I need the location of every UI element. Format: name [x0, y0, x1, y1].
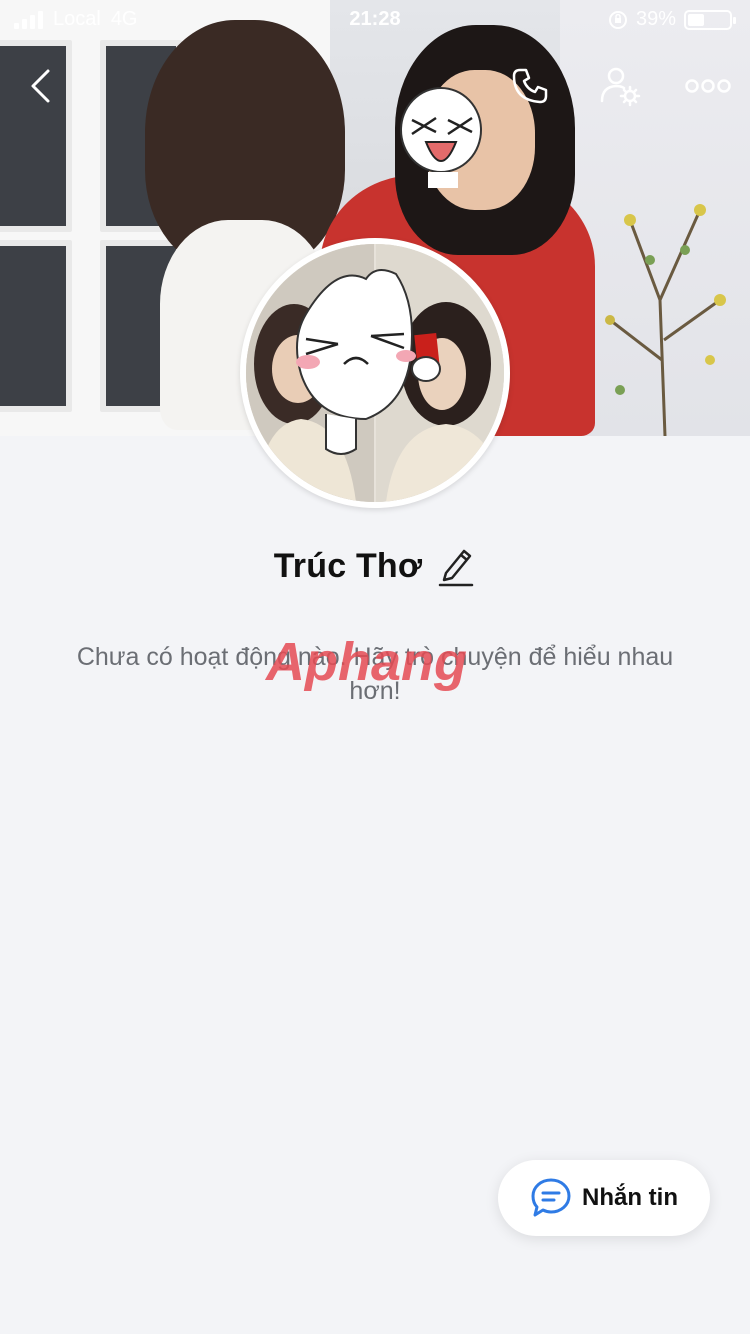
cover-plant-shape	[605, 204, 726, 436]
chevron-left-icon	[31, 69, 50, 103]
orientation-lock-icon	[608, 10, 627, 29]
status-bar: Local 4G 21:28 39%	[0, 0, 750, 40]
more-dots-icon	[685, 79, 731, 93]
profile-name-row: Trúc Thơ	[0, 543, 750, 589]
avatar[interactable]	[240, 238, 510, 508]
pencil-icon	[439, 549, 474, 587]
call-button[interactable]	[506, 62, 554, 110]
battery-percent: 39%	[635, 8, 676, 30]
phone-icon	[512, 68, 548, 104]
avatar-photo	[246, 244, 504, 502]
more-options-button[interactable]	[682, 62, 734, 110]
profile-name: Trúc Thơ	[273, 546, 423, 585]
back-button[interactable]	[16, 62, 64, 110]
status-right: 39%	[608, 8, 736, 31]
user-gear-icon	[600, 67, 641, 107]
profile-settings-button[interactable]	[596, 62, 644, 110]
battery-icon	[684, 9, 736, 30]
cover-face-sticker	[400, 87, 482, 188]
message-button-label: Nhắn tin	[582, 1184, 678, 1211]
empty-activity-message: Chưa có hoạt động nào. Hãy trò chuyện để…	[76, 643, 674, 705]
chat-bubble-icon	[531, 1178, 571, 1217]
edit-name-button[interactable]	[436, 543, 476, 589]
message-button[interactable]: Nhắn tin	[498, 1160, 710, 1236]
battery-fill	[688, 13, 704, 26]
